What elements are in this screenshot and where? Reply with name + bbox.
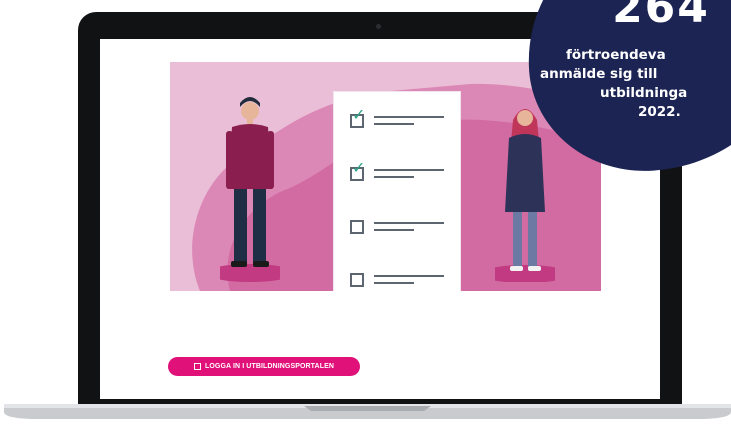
text-line <box>374 116 444 118</box>
checkbox-icon <box>350 273 364 287</box>
external-link-icon <box>194 363 201 370</box>
statistic-text-line: anmälde sig till <box>540 66 658 82</box>
statistic-text-line: utbildninga <box>600 85 688 101</box>
checklist-row <box>350 271 450 291</box>
statistic-text-line: förtroendeva <box>566 47 666 63</box>
login-button-label: LOGGA IN I UTBILDNINGSPORTALEN <box>205 363 334 370</box>
checkbox-icon <box>350 220 364 234</box>
laptop-base <box>4 404 731 419</box>
checklist-card: ✓ ✓ <box>334 92 460 291</box>
login-education-portal-button[interactable]: LOGGA IN I UTBILDNINGSPORTALEN <box>168 357 360 376</box>
checklist-row <box>350 218 450 238</box>
checklist-row: ✓ <box>350 107 450 132</box>
text-line <box>374 169 444 171</box>
statistic-number: 264 <box>612 0 710 33</box>
woman-illustration <box>495 109 555 282</box>
webcam-dot <box>376 24 381 29</box>
text-line <box>374 176 414 178</box>
text-line <box>374 275 444 277</box>
text-line <box>374 229 414 231</box>
statistic-text-line: 2022. <box>638 104 681 120</box>
checklist-row: ✓ <box>350 160 450 185</box>
text-line <box>374 222 444 224</box>
checkmark-icon: ✓ <box>352 105 366 124</box>
text-line <box>374 123 414 125</box>
man-illustration <box>220 97 280 282</box>
checkmark-icon: ✓ <box>352 158 366 177</box>
text-line <box>374 282 414 284</box>
